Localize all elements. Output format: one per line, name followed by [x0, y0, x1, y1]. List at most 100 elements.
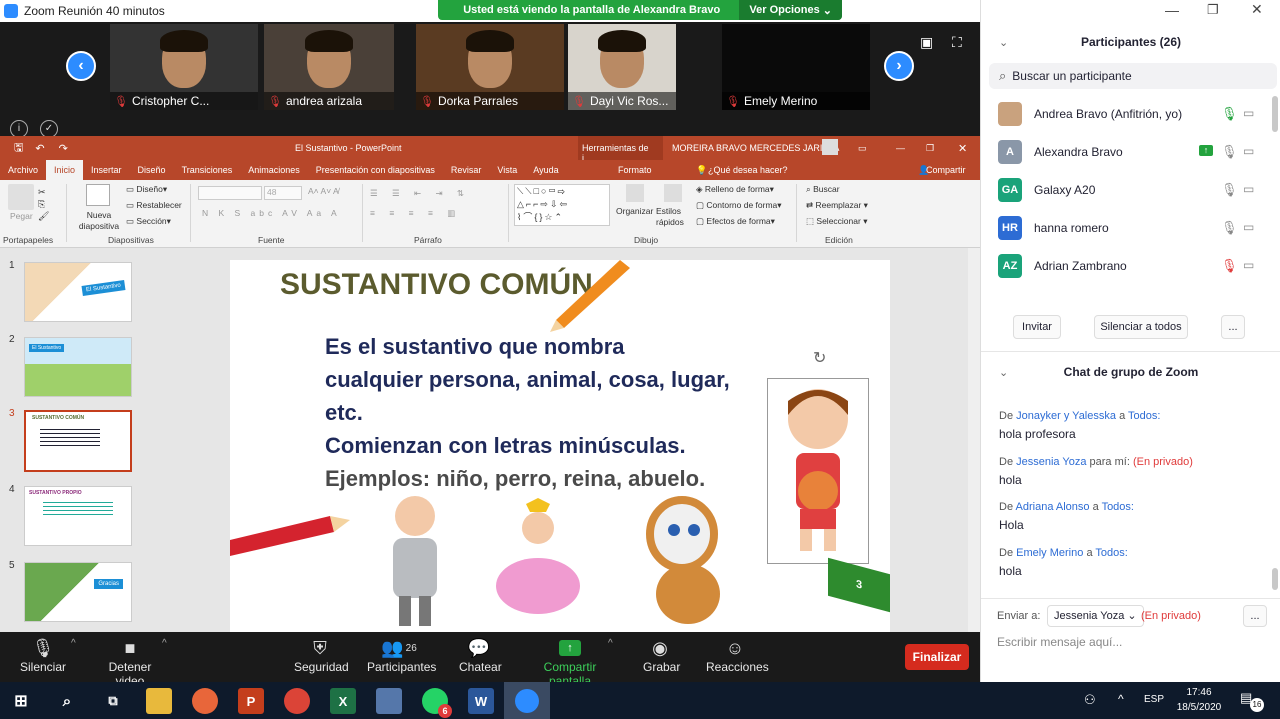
- paste-button[interactable]: Pegar: [10, 211, 33, 221]
- font-format-icons[interactable]: N K S abc AV Aa A: [202, 208, 341, 218]
- security-button[interactable]: ⛨ Seguridad: [294, 636, 349, 675]
- undo-icon[interactable]: ↶: [35, 142, 44, 155]
- record-button[interactable]: ◉ Grabar: [643, 636, 680, 675]
- arrange-icon[interactable]: [626, 184, 644, 202]
- participant-row[interactable]: AZ Adrian Zambrano 🎙 ▭: [981, 247, 1271, 285]
- tab-insertar[interactable]: Insertar: [83, 165, 130, 175]
- audio-options-chevron-icon[interactable]: ^: [71, 638, 76, 649]
- slide-scrollbar[interactable]: [968, 248, 980, 632]
- invite-button[interactable]: Invitar: [1013, 315, 1061, 339]
- end-meeting-button[interactable]: Finalizar: [905, 644, 969, 670]
- whatsapp-icon[interactable]: 6: [422, 688, 452, 718]
- share-options-chevron-icon[interactable]: ^: [608, 638, 613, 649]
- chat-sender[interactable]: Emely Merino: [1016, 547, 1083, 559]
- slide-thumbnail[interactable]: El Sustantivo: [24, 337, 132, 397]
- replace-button[interactable]: ⇄ Reemplazar ▾: [806, 200, 868, 211]
- tab-transiciones[interactable]: Transiciones: [174, 165, 241, 175]
- quick-styles-icon[interactable]: [664, 184, 682, 202]
- minimize-window-icon[interactable]: —: [1165, 2, 1179, 18]
- rotate-handle-icon[interactable]: ↻: [813, 348, 826, 368]
- tab-inicio[interactable]: Inicio: [46, 160, 84, 180]
- chat-recipient[interactable]: Todos:: [1095, 547, 1127, 559]
- slide-thumbnail[interactable]: Gracias: [24, 562, 132, 622]
- participant-row[interactable]: A Alexandra Bravo ↑ 🎙 ▭: [981, 133, 1271, 171]
- chat-scrollbar[interactable]: [1272, 568, 1278, 590]
- chrome-icon[interactable]: [284, 688, 310, 714]
- new-slide-icon[interactable]: [86, 184, 110, 206]
- notification-icon[interactable]: ▤ 16: [1240, 690, 1264, 712]
- shapes-gallery[interactable]: ⟍⟍□○▭⇨ △⌐⌐⇨⇩⇦ ⌇⌒{}☆⌃: [514, 184, 610, 226]
- language-indicator[interactable]: ESP: [1144, 694, 1164, 705]
- restore-icon[interactable]: ❐: [926, 143, 934, 154]
- save-icon[interactable]: 🖫: [14, 139, 23, 158]
- paragraph-align-icons[interactable]: ≡ ≡ ≡ ≡ ▥: [370, 208, 461, 219]
- close-icon[interactable]: ✕: [958, 142, 967, 155]
- slide-thumbnail[interactable]: SUSTANTIVO PROPIO: [24, 486, 132, 546]
- slide-thumbnail[interactable]: El Sustantivo: [24, 262, 132, 322]
- more-options-button[interactable]: ...: [1221, 315, 1245, 339]
- chat-sender[interactable]: Jonayker y Yalesska: [1016, 410, 1116, 422]
- firefox-icon[interactable]: [192, 688, 218, 714]
- participant-row[interactable]: Andrea Bravo (Anfitrión, yo) 🎙 ▭: [981, 95, 1271, 133]
- selected-image-frame[interactable]: [767, 378, 869, 564]
- video-camera-icon[interactable]: ▭: [1243, 220, 1254, 234]
- chat-recipient[interactable]: Todos:: [1102, 501, 1134, 513]
- clipboard-small-icons[interactable]: ✂ ⎘ 🖌: [38, 186, 49, 222]
- minimize-icon[interactable]: —: [896, 143, 905, 153]
- new-slide-button[interactable]: Nueva diapositiva: [74, 210, 124, 232]
- tab-vista[interactable]: Vista: [489, 165, 525, 175]
- powerpoint-icon[interactable]: P: [238, 688, 264, 714]
- send-to-select[interactable]: Jessenia Yoza ⌄: [1047, 605, 1144, 627]
- participant-row[interactable]: GA Galaxy A20 🎙 ▭: [981, 171, 1271, 209]
- video-tile[interactable]: 🎙 andrea arizala: [264, 24, 394, 110]
- tab-revisar[interactable]: Revisar: [443, 165, 490, 175]
- video-tile[interactable]: 🎙 Emely Merino: [722, 24, 870, 110]
- tab-presentacion[interactable]: Presentación con diapositivas: [308, 165, 443, 175]
- clock[interactable]: 17:46 18/5/2020: [1176, 685, 1222, 715]
- slide-thumbnail-selected[interactable]: SUSTANTIVO COMÚN: [24, 410, 132, 472]
- layout-button[interactable]: ▭ Diseño▾: [126, 184, 167, 195]
- next-videos-button[interactable]: ›: [884, 51, 914, 81]
- paste-icon[interactable]: [8, 184, 34, 210]
- video-options-chevron-icon[interactable]: ^: [162, 638, 167, 649]
- quick-styles-button[interactable]: Estilos rápidos: [656, 206, 690, 228]
- prev-videos-button[interactable]: ‹: [66, 51, 96, 81]
- shape-effects-button[interactable]: ▢ Efectos de forma▾: [696, 216, 775, 227]
- ribbon-options-icon[interactable]: ▭: [858, 143, 867, 154]
- excel-icon[interactable]: X: [330, 688, 356, 714]
- microphone-icon[interactable]: 🎙: [1221, 182, 1238, 198]
- reactions-button[interactable]: ☺ Reacciones: [706, 636, 769, 675]
- microphone-icon[interactable]: 🎙: [1221, 106, 1238, 122]
- task-view-icon[interactable]: ⧉: [100, 688, 126, 714]
- chat-message-input[interactable]: Escribir mensaje aquí...: [997, 635, 1122, 649]
- mute-all-button[interactable]: Silenciar a todos: [1094, 315, 1188, 339]
- people-icon[interactable]: ⚇: [1084, 692, 1096, 708]
- share-screen-button[interactable]: ↑ Compartir pantalla: [523, 636, 617, 688]
- participant-search-input[interactable]: ⌕ Buscar un participante: [989, 63, 1277, 89]
- video-tile[interactable]: 🎙 Cristopher C...: [110, 24, 258, 110]
- tell-me-search[interactable]: ¿Qué desea hacer?: [700, 165, 796, 175]
- paragraph-list-icons[interactable]: ☰ ☰ ⇤ ⇥ ⇅: [370, 188, 470, 199]
- participants-button[interactable]: 👥 26 Participantes: [367, 636, 436, 675]
- fullscreen-icon[interactable]: ⛶: [952, 34, 962, 51]
- arrange-button[interactable]: Organizar: [616, 206, 653, 216]
- app-icon[interactable]: [376, 688, 402, 714]
- video-camera-icon[interactable]: ▭: [1243, 182, 1254, 196]
- close-window-icon[interactable]: ✕: [1251, 1, 1263, 18]
- microphone-icon[interactable]: 🎙: [1221, 144, 1238, 160]
- tab-diseno[interactable]: Diseño: [130, 165, 174, 175]
- file-explorer-icon[interactable]: [146, 688, 172, 714]
- find-button[interactable]: ⌕ Buscar: [806, 184, 840, 195]
- tab-formato[interactable]: Formato: [610, 165, 660, 175]
- section-button[interactable]: ▭ Sección▾: [126, 216, 171, 227]
- zoom-taskbar-icon[interactable]: [504, 682, 550, 719]
- word-icon[interactable]: W: [468, 688, 494, 714]
- video-tile[interactable]: 🎙 Dayi Vic Ros...: [568, 24, 676, 110]
- tab-archivo[interactable]: Archivo: [0, 165, 46, 175]
- avatar[interactable]: [822, 139, 838, 155]
- chat-sender[interactable]: Adriana Alonso: [1016, 501, 1090, 513]
- video-tile[interactable]: 🎙 Dorka Parrales: [416, 24, 564, 110]
- font-size-select[interactable]: 48: [264, 186, 302, 200]
- chat-more-button[interactable]: ...: [1243, 605, 1267, 627]
- participant-row[interactable]: HR hanna romero 🎙 ▭: [981, 209, 1271, 247]
